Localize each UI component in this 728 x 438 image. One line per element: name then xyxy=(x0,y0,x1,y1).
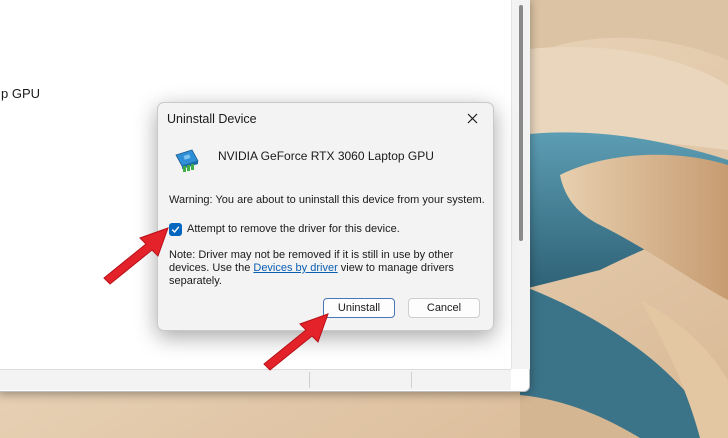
vertical-scrollbar[interactable] xyxy=(511,0,530,369)
warning-text: Warning: You are about to uninstall this… xyxy=(169,194,485,206)
device-name: NVIDIA GeForce RTX 3060 Laptop GPU xyxy=(218,149,434,163)
status-separator xyxy=(411,372,412,388)
annotation-arrow-uninstall xyxy=(263,313,329,371)
devices-by-driver-link[interactable]: Devices by driver xyxy=(253,262,337,274)
cancel-button[interactable]: Cancel xyxy=(408,298,480,318)
note-text: Note: Driver may not be removed if it is… xyxy=(169,249,479,288)
gpu-card-icon xyxy=(175,149,199,172)
dialog-title: Uninstall Device xyxy=(167,112,257,126)
device-list-item[interactable]: p GPU xyxy=(1,86,40,101)
remove-driver-label[interactable]: Attempt to remove the driver for this de… xyxy=(187,223,400,235)
annotation-arrow-checkbox xyxy=(103,227,169,285)
scrollbar-thumb[interactable] xyxy=(519,5,523,241)
close-icon xyxy=(467,113,477,124)
uninstall-device-dialog: Uninstall Device NVIDIA GeForce RTX 3060… xyxy=(157,102,494,331)
status-separator xyxy=(309,372,310,388)
close-button[interactable] xyxy=(451,103,493,134)
